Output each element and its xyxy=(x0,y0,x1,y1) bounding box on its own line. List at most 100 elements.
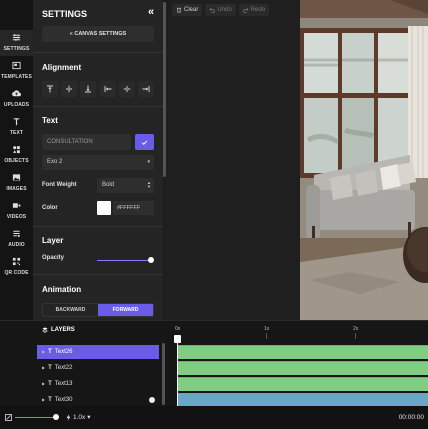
align-bottom-button[interactable] xyxy=(80,81,97,97)
layer-track-bar[interactable] xyxy=(177,361,428,375)
rail-label-uploads: UPLOADS xyxy=(3,102,30,108)
updown-arrows-icon: ▲ ▼ xyxy=(147,180,151,189)
apply-text-button[interactable] xyxy=(135,134,154,150)
rail-label-settings: SETTINGS xyxy=(3,46,30,52)
divider xyxy=(33,274,163,275)
layers-scrollbar[interactable] xyxy=(162,343,165,405)
layer-name: Text13 xyxy=(54,381,73,387)
text-heading: Text xyxy=(42,116,58,125)
rail-item-qr-code[interactable]: QR CODE xyxy=(0,254,33,280)
expand-caret-icon[interactable]: ▶ xyxy=(42,397,45,402)
divider xyxy=(33,106,163,107)
canvas-preview-image[interactable] xyxy=(300,0,428,320)
undo-icon xyxy=(209,7,216,13)
text-layer-icon: T xyxy=(48,381,52,387)
divider xyxy=(33,226,163,227)
image-icon xyxy=(0,173,33,185)
layer-name: Text30 xyxy=(54,397,73,403)
sliders-icon xyxy=(0,33,33,45)
expand-caret-icon[interactable]: ▶ xyxy=(42,381,45,386)
align-top-button[interactable] xyxy=(42,81,58,97)
time-tick xyxy=(355,333,356,339)
align-left-button[interactable] xyxy=(99,81,116,97)
undo-button[interactable]: Undo xyxy=(205,4,236,16)
text-layer-icon: T xyxy=(48,365,52,371)
zoom-slider-track[interactable] xyxy=(15,417,55,418)
align-right-icon xyxy=(142,86,150,92)
font-weight-select[interactable]: Bold ▲ ▼ xyxy=(97,178,154,193)
expand-caret-icon[interactable]: ▶ xyxy=(42,365,45,370)
time-tick xyxy=(266,333,267,339)
layer-item[interactable]: ▶ T Text13 xyxy=(37,377,159,391)
align-vertical-center-button[interactable] xyxy=(61,81,78,97)
playback-footer: 1.0x ▾ 00:00:00 xyxy=(0,406,428,429)
rail-label-text: TEXT xyxy=(9,130,24,136)
current-time: 00:00:00 xyxy=(398,414,424,421)
align-right-button[interactable] xyxy=(137,81,154,97)
text-content-input[interactable]: CONSULTATION xyxy=(42,134,131,150)
redo-button[interactable]: Redo xyxy=(238,4,270,16)
rail-item-text[interactable]: TEXT xyxy=(0,114,33,140)
rail-item-audio[interactable]: AUDIO xyxy=(0,226,33,252)
rail-item-settings[interactable]: SETTINGS xyxy=(0,30,33,56)
layer-track-bar[interactable] xyxy=(177,377,428,391)
color-label: Color xyxy=(42,205,58,211)
time-tick-label: 0s xyxy=(175,326,181,332)
animation-heading: Animation xyxy=(42,285,82,294)
rail-label-qr-code: QR CODE xyxy=(4,270,29,276)
opacity-slider-track[interactable] xyxy=(97,260,151,261)
layer-track-bar[interactable] xyxy=(177,393,428,407)
collapse-panel-button[interactable]: « xyxy=(145,6,157,18)
align-bottom-icon xyxy=(85,85,92,93)
alignment-heading: Alignment xyxy=(42,63,82,72)
layer-item[interactable]: ▶ T Text26 xyxy=(37,345,159,359)
animation-forward-button[interactable]: FORWARD xyxy=(98,304,153,316)
undo-label: Undo xyxy=(217,7,232,13)
rail-item-videos[interactable]: VIDEOS xyxy=(0,198,33,224)
playhead-handle[interactable] xyxy=(174,335,181,343)
redo-icon xyxy=(242,7,249,13)
rail-item-uploads[interactable]: UPLOADS xyxy=(0,86,33,112)
rail-item-images[interactable]: IMAGES xyxy=(0,170,33,196)
check-icon xyxy=(141,140,148,145)
align-vertical-center-icon xyxy=(66,85,73,93)
playhead-line[interactable] xyxy=(177,335,178,407)
qr-code-icon xyxy=(0,257,33,269)
align-left-icon xyxy=(104,86,112,92)
layers-timeline-panel: LAYERS ▶ T Text26 ▶ T Text22 ▶ T Text13 ▶ T Text… xyxy=(0,320,428,407)
layers-icon xyxy=(42,327,48,333)
left-nav-rail: SETTINGS TEMPLATES UPLOADS TEXT OBJECTS … xyxy=(0,0,33,320)
expand-caret-icon[interactable]: ▶ xyxy=(42,349,45,354)
templates-icon xyxy=(0,61,33,73)
font-family-select[interactable]: Exo 2 ▾ xyxy=(42,155,154,170)
layer-item[interactable]: ▶ T Text30 xyxy=(37,393,159,407)
opacity-label: Opacity xyxy=(42,255,65,261)
rail-item-objects[interactable]: OBJECTS xyxy=(0,142,33,168)
layer-item[interactable]: ▶ T Text22 xyxy=(37,361,159,375)
rail-label-objects: OBJECTS xyxy=(4,158,29,164)
playback-speed-select[interactable]: 1.0x ▾ xyxy=(66,412,91,423)
rail-item-templates[interactable]: TEMPLATES xyxy=(0,58,33,84)
chevron-down-icon: ▾ xyxy=(87,414,91,421)
settings-panel: SETTINGS « « CANVAS SETTINGS Alignment T… xyxy=(33,0,163,320)
layer-visibility-dot[interactable] xyxy=(149,397,155,403)
color-swatch[interactable] xyxy=(97,201,111,215)
align-horizontal-center-icon xyxy=(123,86,130,92)
layer-track-bar[interactable] xyxy=(177,345,428,359)
clear-button[interactable]: Clear xyxy=(172,4,203,16)
timeline[interactable]: 0s 1s 2s xyxy=(166,321,428,407)
align-horizontal-center-button[interactable] xyxy=(118,81,135,97)
playback-speed-value: 1.0x xyxy=(73,414,86,421)
animation-direction-toggle: BACKWARD FORWARD xyxy=(42,303,154,317)
animation-backward-button[interactable]: BACKWARD xyxy=(43,304,98,316)
canvas-settings-button[interactable]: « CANVAS SETTINGS xyxy=(42,26,154,42)
font-weight-label: Font Weight xyxy=(42,182,77,188)
panel-title: SETTINGS xyxy=(42,9,88,19)
text-layer-icon: T xyxy=(48,397,52,403)
color-hex-input[interactable]: #FFFFFF xyxy=(113,201,154,215)
text-icon xyxy=(0,117,33,129)
align-top-icon xyxy=(47,85,53,93)
divider xyxy=(33,52,163,53)
zoom-slider-thumb[interactable] xyxy=(53,414,59,420)
opacity-slider-thumb[interactable] xyxy=(148,257,154,263)
